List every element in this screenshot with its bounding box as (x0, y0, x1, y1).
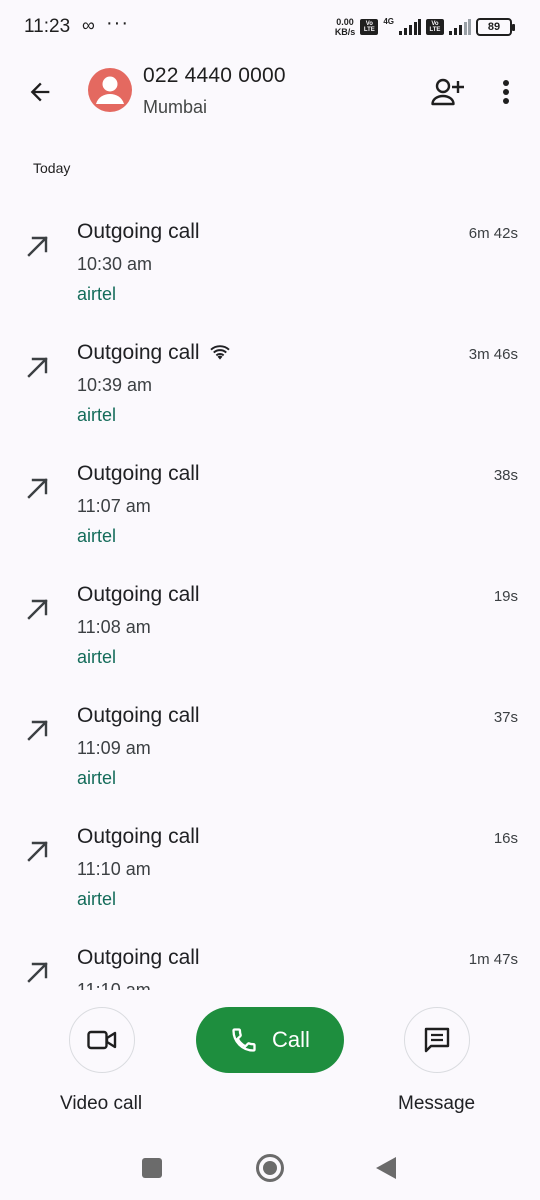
video-call-label: Video call (60, 1093, 143, 1114)
outgoing-arrow-icon (27, 720, 48, 741)
network-type: 4G (383, 16, 394, 26)
status-bar: 11:23 ∞ ··· 0.00 KB/s Vo LTE 4G Vo LTE 8… (0, 0, 540, 54)
message-button[interactable] (404, 1007, 470, 1073)
call-duration: 37s (493, 709, 518, 726)
call-history-row[interactable]: Outgoing call 11:10 am airtel 16s (0, 805, 540, 926)
call-carrier: airtel (77, 768, 117, 788)
call-type: Outgoing call (77, 220, 200, 244)
outgoing-arrow-icon (27, 599, 48, 620)
more-options-button[interactable] (490, 74, 522, 110)
home-dot-icon (263, 1161, 277, 1175)
call-carrier: airtel (77, 526, 117, 546)
nav-back-button[interactable] (376, 1157, 396, 1179)
call-time: 11:09 am (77, 738, 151, 758)
call-type-label: Outgoing call (77, 341, 200, 364)
outgoing-arrow-icon (27, 236, 48, 257)
call-time: 11:07 am (77, 496, 151, 516)
call-history-row[interactable]: Outgoing call 11:10 am airtel 1m 47s (0, 926, 540, 990)
call-history-row[interactable]: Outgoing call 10:39 am airtel 3m 46s (0, 321, 540, 442)
call-history-row[interactable]: Outgoing call 11:07 am airtel 38s (0, 442, 540, 563)
person-add-icon (431, 78, 464, 106)
call-history-row[interactable]: Outgoing call 10:30 am airtel 6m 42s (0, 200, 540, 321)
person-icon (96, 76, 124, 104)
contact-number: 022 4440 0000 (143, 64, 286, 87)
call-type: Outgoing call (77, 583, 200, 607)
battery-icon: 89 (476, 18, 515, 36)
action-bar: Call Video call Message (0, 990, 540, 1130)
outgoing-arrow-icon (27, 357, 48, 378)
call-button-label: Call (272, 1027, 310, 1052)
call-duration: 38s (493, 467, 518, 484)
outgoing-arrow-icon (27, 478, 48, 499)
call-type-label: Outgoing call (77, 946, 200, 969)
call-carrier: airtel (77, 647, 117, 667)
call-carrier: airtel (77, 889, 117, 909)
contact-location: Mumbai (143, 97, 208, 117)
videocam-icon (87, 1030, 117, 1050)
call-type-label: Outgoing call (77, 704, 200, 727)
home-button[interactable] (256, 1154, 284, 1182)
call-duration: 16s (493, 830, 518, 847)
section-label-today: Today (33, 160, 71, 176)
call-duration: 6m 42s (468, 225, 518, 242)
recents-button[interactable] (142, 1158, 162, 1178)
call-type: Outgoing call (77, 341, 230, 365)
call-type: Outgoing call (77, 825, 200, 849)
arrow-left-icon (30, 82, 50, 102)
call-time: 11:10 am (77, 980, 151, 990)
more-notifications-icon: ··· (106, 12, 129, 34)
more-vert-icon (503, 80, 509, 104)
status-icons: 0.00 KB/s Vo LTE 4G Vo LTE 89 (335, 15, 515, 39)
volte-bottom-secondary: LTE (429, 27, 441, 33)
call-type-label: Outgoing call (77, 583, 200, 606)
call-history-row[interactable]: Outgoing call 11:08 am airtel 19s (0, 563, 540, 684)
call-history-list[interactable]: Outgoing call 10:30 am airtel 6m 42s Out… (0, 200, 540, 990)
system-navigation-bar (0, 1130, 540, 1200)
call-carrier: airtel (77, 284, 117, 304)
contact-header: 022 4440 0000 Mumbai (0, 56, 540, 136)
message-icon (424, 1027, 450, 1053)
call-duration: 19s (493, 588, 518, 605)
network-speed: 0.00 KB/s (335, 17, 356, 37)
call-type-label: Outgoing call (77, 220, 200, 243)
call-type: Outgoing call (77, 704, 200, 728)
call-time: 10:30 am (77, 254, 153, 274)
network-speed-unit: KB/s (334, 27, 356, 37)
avatar[interactable] (88, 68, 132, 112)
call-duration: 1m 47s (468, 951, 518, 968)
volte-icon-secondary: Vo LTE (426, 19, 444, 35)
network-speed-value: 0.00 (336, 17, 354, 27)
back-button[interactable] (20, 74, 60, 110)
status-time: 11:23 (24, 16, 71, 37)
call-time: 11:08 am (77, 617, 151, 637)
link-icon: ∞ (82, 15, 95, 35)
signal-strength-secondary-icon (449, 19, 471, 35)
outgoing-arrow-icon (27, 962, 48, 983)
battery-level: 89 (487, 21, 501, 33)
phone-icon (232, 1028, 256, 1052)
call-button[interactable]: Call (196, 1007, 344, 1073)
message-label: Message (398, 1093, 476, 1114)
add-contact-button[interactable] (428, 74, 468, 110)
signal-strength-icon (399, 19, 421, 35)
call-type-label: Outgoing call (77, 825, 200, 848)
call-type: Outgoing call (77, 462, 200, 486)
wifi-icon (209, 345, 230, 360)
call-time: 11:10 am (77, 859, 151, 879)
video-call-button[interactable] (69, 1007, 135, 1073)
outgoing-arrow-icon (27, 841, 48, 862)
call-time: 10:39 am (77, 375, 153, 395)
call-history-row[interactable]: Outgoing call 11:09 am airtel 37s (0, 684, 540, 805)
volte-bottom: LTE (363, 27, 375, 33)
call-duration: 3m 46s (468, 346, 518, 363)
call-type-label: Outgoing call (77, 462, 200, 485)
volte-icon: Vo LTE (360, 19, 379, 35)
call-carrier: airtel (77, 405, 117, 425)
call-type: Outgoing call (77, 946, 200, 970)
